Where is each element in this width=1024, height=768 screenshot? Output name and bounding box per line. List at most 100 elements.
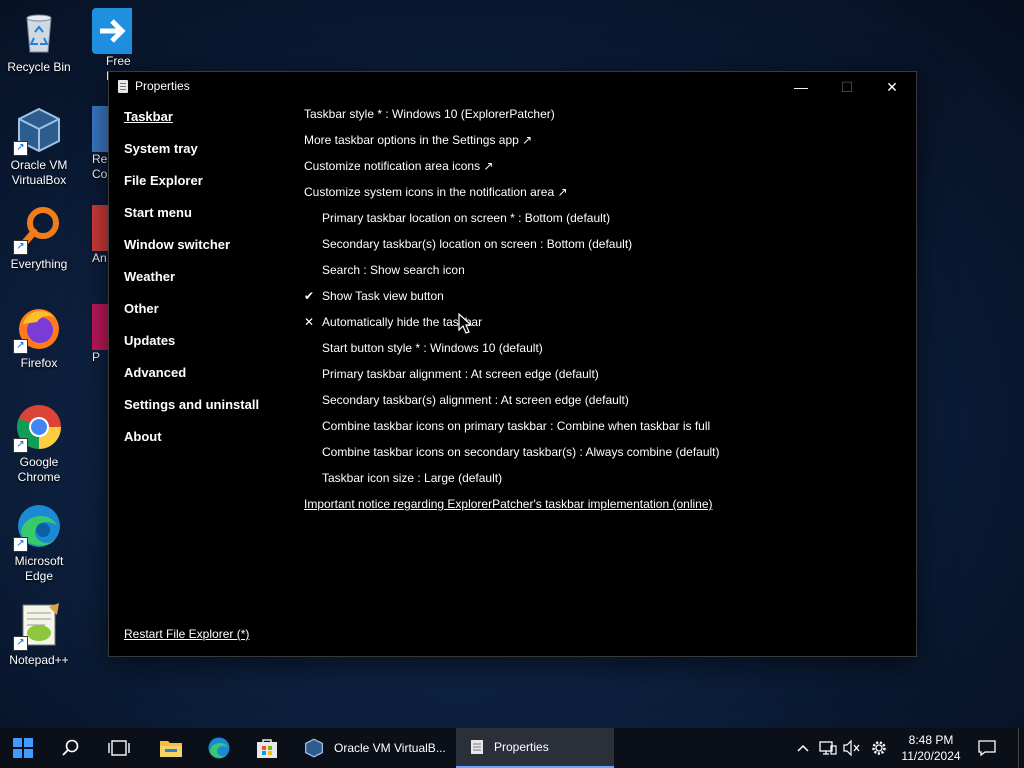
desktop-icon-label: An xyxy=(92,251,107,265)
edge-icon xyxy=(208,737,230,759)
sidebar-nav: Taskbar System tray File Explorer Start … xyxy=(124,110,294,462)
tray-overflow-button[interactable] xyxy=(794,728,812,768)
option-task-view-toggle[interactable]: ✔ Show Task view button xyxy=(304,289,904,315)
option-settings-app-link[interactable]: More taskbar options in the Settings app… xyxy=(304,133,904,159)
properties-app-icon xyxy=(471,740,483,754)
option-taskbar-style[interactable]: Taskbar style * : Windows 10 (ExplorerPa… xyxy=(304,107,904,133)
option-notification-icons-link[interactable]: Customize notification area icons ↗ xyxy=(304,159,904,185)
cross-icon: ✕ xyxy=(304,315,315,329)
maximize-button[interactable]: ☐ xyxy=(824,72,870,102)
nav-item-system-tray[interactable]: System tray xyxy=(124,142,294,174)
option-search[interactable]: Search : Show search icon xyxy=(304,263,904,289)
properties-window: Properties — ☐ ✕ Taskbar System tray Fil… xyxy=(108,71,917,657)
desktop-icon-chrome[interactable]: ↗ Google Chrome xyxy=(1,403,77,485)
option-combine-primary[interactable]: Combine taskbar icons on primary taskbar… xyxy=(304,419,904,445)
task-view-icon xyxy=(108,740,130,756)
nav-item-about[interactable]: About xyxy=(124,430,294,462)
restart-explorer-link[interactable]: Restart File Explorer (*) xyxy=(124,627,249,641)
option-secondary-alignment[interactable]: Secondary taskbar(s) alignment : At scre… xyxy=(304,393,904,419)
minimize-button[interactable]: — xyxy=(778,72,824,102)
close-button[interactable]: ✕ xyxy=(869,72,915,102)
option-start-button-style[interactable]: Start button style * : Windows 10 (defau… xyxy=(304,341,904,367)
desktop-icon-recycle-bin[interactable]: Recycle Bin xyxy=(1,8,77,75)
checkmark-icon: ✔ xyxy=(304,289,315,303)
desktop-icon-label: Firefox xyxy=(20,356,58,370)
task-view-button[interactable] xyxy=(96,728,142,768)
title-bar[interactable]: Properties — ☐ ✕ xyxy=(109,72,916,102)
app-icon xyxy=(92,106,108,152)
notepadpp-icon: ↗ xyxy=(13,601,63,651)
nav-item-updates[interactable]: Updates xyxy=(124,334,294,366)
taskbar-clock[interactable]: 8:48 PM 11/20/2024 xyxy=(892,732,970,764)
important-notice-link[interactable]: Important notice regarding ExplorerPatch… xyxy=(304,497,904,523)
properties-app-icon xyxy=(118,80,128,93)
free-download-icon xyxy=(92,8,132,54)
nav-item-start-menu[interactable]: Start menu xyxy=(124,206,294,238)
network-tray-button[interactable] xyxy=(816,728,840,768)
nav-item-other[interactable]: Other xyxy=(124,302,294,334)
shortcut-arrow-icon: ↗ xyxy=(13,240,28,255)
desktop-icon-label: Google Chrome xyxy=(17,455,61,484)
taskbar-app-virtualbox[interactable]: Oracle VM VirtualB... xyxy=(298,728,453,768)
gear-icon xyxy=(872,741,886,755)
shortcut-arrow-icon: ↗ xyxy=(13,141,28,156)
settings-tray-button[interactable] xyxy=(866,728,892,768)
virtualbox-icon: ↗ xyxy=(13,106,63,156)
option-system-icons-link[interactable]: Customize system icons in the notificati… xyxy=(304,185,904,211)
nav-item-taskbar[interactable]: Taskbar xyxy=(124,110,294,142)
minimize-icon: — xyxy=(794,79,808,95)
shortcut-arrow-icon: ↗ xyxy=(13,339,28,354)
option-secondary-location[interactable]: Secondary taskbar(s) location on screen … xyxy=(304,237,904,263)
notification-icon xyxy=(978,740,996,756)
chrome-icon: ↗ xyxy=(13,403,63,453)
windows-logo-icon xyxy=(13,738,33,758)
volume-muted-icon xyxy=(843,740,860,756)
desktop-icon-firefox[interactable]: ↗ Firefox xyxy=(1,304,77,371)
desktop-icon-label: Oracle VM VirtualBox xyxy=(10,158,68,187)
nav-item-settings-uninstall[interactable]: Settings and uninstall xyxy=(124,398,294,430)
option-autohide-toggle[interactable]: ✕ Automatically hide the taskbar xyxy=(304,315,904,341)
network-icon xyxy=(819,741,837,755)
store-taskbar-button[interactable] xyxy=(244,728,290,768)
taskbar-app-label: Oracle VM VirtualB... xyxy=(334,741,446,755)
nav-item-window-switcher[interactable]: Window switcher xyxy=(124,238,294,270)
option-combine-secondary[interactable]: Combine taskbar icons on secondary taskb… xyxy=(304,445,904,471)
show-desktop-button[interactable] xyxy=(1018,728,1024,768)
clock-time: 8:48 PM xyxy=(908,733,954,747)
volume-tray-button[interactable] xyxy=(840,728,864,768)
maximize-icon: ☐ xyxy=(840,78,854,95)
nav-item-weather[interactable]: Weather xyxy=(124,270,294,302)
taskbar: Oracle VM VirtualB... Properties 8:48 PM xyxy=(0,728,1024,768)
file-explorer-taskbar-button[interactable] xyxy=(148,728,194,768)
desktop-icon-label: Notepad++ xyxy=(9,653,69,667)
mouse-cursor-icon xyxy=(458,312,473,340)
desktop-icon-edge[interactable]: ↗ Microsoft Edge xyxy=(1,502,77,584)
folder-icon xyxy=(160,741,182,757)
desktop-icon-everything[interactable]: ↗ Everything xyxy=(1,205,77,272)
store-icon xyxy=(257,739,277,758)
desktop-icon-label: Microsoft Edge xyxy=(14,554,64,583)
start-button[interactable] xyxy=(0,728,46,768)
option-label: Show Task view button xyxy=(322,289,444,303)
nav-item-advanced[interactable]: Advanced xyxy=(124,366,294,398)
nav-item-file-explorer[interactable]: File Explorer xyxy=(124,174,294,206)
desktop-icon-notepadpp[interactable]: ↗ Notepad++ xyxy=(1,601,77,668)
option-icon-size[interactable]: Taskbar icon size : Large (default) xyxy=(304,471,904,497)
desktop-icon-label: Re Co xyxy=(92,152,108,181)
desktop-icon-label: Recycle Bin xyxy=(7,60,71,74)
virtualbox-icon xyxy=(305,738,323,758)
option-primary-location[interactable]: Primary taskbar location on screen * : B… xyxy=(304,211,904,237)
desktop-icon-label: Everything xyxy=(10,257,68,271)
taskbar-app-label: Properties xyxy=(494,740,549,754)
desktop-icon-virtualbox[interactable]: ↗ Oracle VM VirtualBox xyxy=(1,106,77,188)
app-icon xyxy=(92,205,108,251)
option-primary-alignment[interactable]: Primary taskbar alignment : At screen ed… xyxy=(304,367,904,393)
everything-search-icon: ↗ xyxy=(13,205,63,255)
firefox-icon: ↗ xyxy=(13,304,63,354)
edge-icon: ↗ xyxy=(13,502,63,552)
search-button[interactable] xyxy=(48,728,94,768)
edge-taskbar-button[interactable] xyxy=(196,728,242,768)
taskbar-app-properties[interactable]: Properties xyxy=(456,728,614,768)
notifications-button[interactable] xyxy=(972,728,1002,768)
shortcut-arrow-icon: ↗ xyxy=(13,537,28,552)
